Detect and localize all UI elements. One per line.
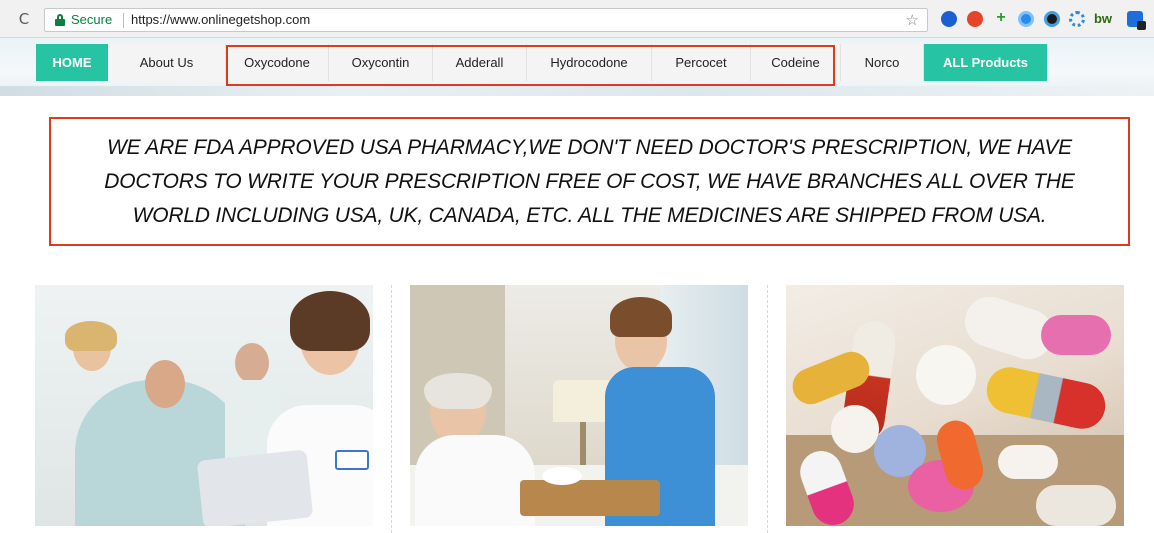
nav-adderall[interactable]: Adderall	[433, 44, 527, 81]
red-extension-icon[interactable]	[967, 11, 983, 27]
card-divider	[767, 285, 768, 533]
bw-extension-icon[interactable]: bw	[1090, 11, 1116, 27]
gear-extension-icon[interactable]	[1069, 11, 1085, 27]
nav-codeine[interactable]: Codeine	[751, 44, 841, 81]
nav-percocet[interactable]: Percocet	[652, 44, 751, 81]
nav-norco[interactable]: Norco	[841, 44, 924, 81]
doctor-with-patients-photo[interactable]	[35, 285, 373, 526]
nav-oxycodone[interactable]: Oxycodone	[226, 44, 329, 81]
secure-label: Secure	[71, 12, 113, 27]
address-bar[interactable]: Secure https://www.onlinegetshop.com ☆	[44, 8, 928, 32]
url-text[interactable]: https://www.onlinegetshop.com	[131, 9, 310, 31]
nav-all-products[interactable]: ALL Products	[924, 44, 1048, 81]
lock-icon	[55, 14, 65, 26]
bookmark-star-icon[interactable]: ☆	[906, 9, 919, 31]
notice-text: WE ARE FDA APPROVED USA PHARMACY,WE DON'…	[104, 135, 1075, 227]
card-divider	[391, 285, 392, 533]
user-extension-icon[interactable]	[1127, 11, 1146, 30]
assorted-pills-photo[interactable]	[786, 285, 1124, 526]
nav-home[interactable]: HOME	[36, 44, 108, 81]
blue-extension-icon[interactable]	[941, 11, 957, 27]
reload-icon[interactable]: C	[14, 9, 34, 29]
url-divider	[123, 13, 124, 28]
dark-globe-extension-icon[interactable]	[1044, 11, 1060, 27]
browser-toolbar: C Secure https://www.onlinegetshop.com ☆…	[0, 0, 1154, 38]
blue-ring-extension-icon[interactable]	[1018, 11, 1034, 27]
nav-about-us[interactable]: About Us	[108, 44, 226, 81]
nav-oxycontin[interactable]: Oxycontin	[329, 44, 433, 81]
main-nav: HOME About Us Oxycodone Oxycontin Addera…	[36, 44, 1048, 81]
nurse-serving-elderly-patient-photo[interactable]	[410, 285, 748, 526]
notice-box: WE ARE FDA APPROVED USA PHARMACY,WE DON'…	[49, 117, 1130, 246]
green-plus-extension-icon[interactable]: +	[993, 10, 1009, 27]
nav-hydrocodone[interactable]: Hydrocodone	[527, 44, 652, 81]
